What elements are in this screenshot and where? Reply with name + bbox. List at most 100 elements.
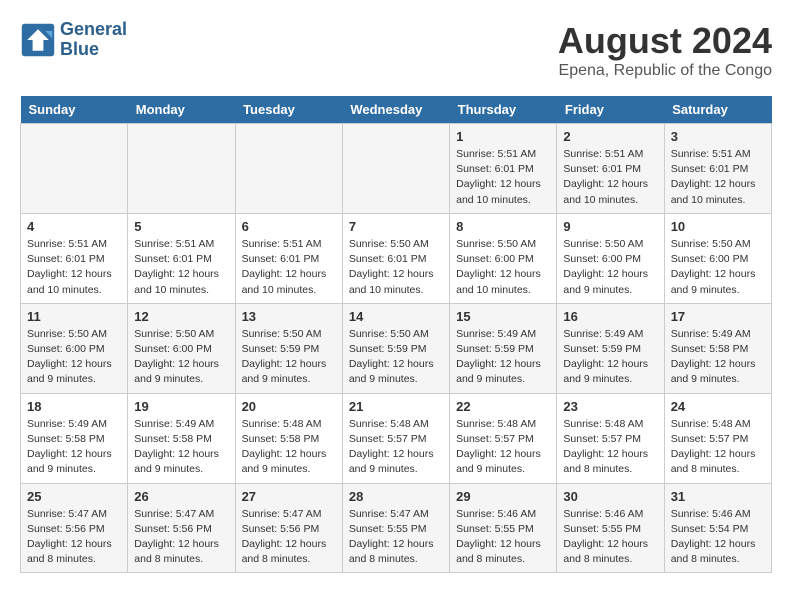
week-row-5: 25 Sunrise: 5:47 AM Sunset: 5:56 PM Dayli… xyxy=(21,483,772,573)
day-info: Sunrise: 5:50 AM Sunset: 6:00 PM Dayligh… xyxy=(27,327,121,388)
calendar-header: SundayMondayTuesdayWednesdayThursdayFrid… xyxy=(21,96,772,124)
logo-line1: General xyxy=(60,20,127,40)
calendar-cell: 23 Sunrise: 5:48 AM Sunset: 5:57 PM Dayli… xyxy=(557,393,664,483)
day-number: 17 xyxy=(671,309,765,324)
week-row-2: 4Sunrise: 5:51 AM Sunset: 6:01 PM Daylig… xyxy=(21,213,772,303)
calendar-cell: 17Sunrise: 5:49 AM Sunset: 5:58 PM Dayli… xyxy=(664,303,771,393)
day-number: 24 xyxy=(671,399,765,414)
day-number: 12 xyxy=(134,309,228,324)
day-number: 15 xyxy=(456,309,550,324)
day-number: 22 xyxy=(456,399,550,414)
day-number: 20 xyxy=(242,399,336,414)
day-number: 2 xyxy=(563,129,657,144)
day-info: Sunrise: 5:46 AM Sunset: 5:54 PM Dayligh… xyxy=(671,507,765,568)
calendar-cell: 16Sunrise: 5:49 AM Sunset: 5:59 PM Dayli… xyxy=(557,303,664,393)
day-of-week-friday: Friday xyxy=(557,96,664,124)
day-number: 29 xyxy=(456,489,550,504)
day-number: 5 xyxy=(134,219,228,234)
day-info: Sunrise: 5:49 AM Sunset: 5:59 PM Dayligh… xyxy=(563,327,657,388)
calendar-cell: 18 Sunrise: 5:49 AM Sunset: 5:58 PM Dayli… xyxy=(21,393,128,483)
day-of-week-wednesday: Wednesday xyxy=(342,96,449,124)
day-number: 27 xyxy=(242,489,336,504)
day-info: Sunrise: 5:50 AM Sunset: 6:00 PM Dayligh… xyxy=(456,237,550,298)
day-number: 1 xyxy=(456,129,550,144)
day-info: Sunrise: 5:49 AM Sunset: 5:58 PM Dayligh… xyxy=(134,417,228,478)
title-block: August 2024 Epena, Republic of the Congo xyxy=(558,20,772,80)
day-number: 18 xyxy=(27,399,121,414)
calendar-cell: 9 Sunrise: 5:50 AM Sunset: 6:00 PM Daylig… xyxy=(557,213,664,303)
week-row-1: 1 Sunrise: 5:51 AM Sunset: 6:01 PM Daylig… xyxy=(21,124,772,214)
calendar-cell: 11 Sunrise: 5:50 AM Sunset: 6:00 PM Dayli… xyxy=(21,303,128,393)
calendar-cell: 20 Sunrise: 5:48 AM Sunset: 5:58 PM Dayli… xyxy=(235,393,342,483)
calendar-cell: 25 Sunrise: 5:47 AM Sunset: 5:56 PM Dayli… xyxy=(21,483,128,573)
day-info: Sunrise: 5:51 AM Sunset: 6:01 PM Dayligh… xyxy=(134,237,228,298)
day-of-week-saturday: Saturday xyxy=(664,96,771,124)
day-number: 30 xyxy=(563,489,657,504)
day-number: 6 xyxy=(242,219,336,234)
calendar-cell: 31Sunrise: 5:46 AM Sunset: 5:54 PM Dayli… xyxy=(664,483,771,573)
day-info: Sunrise: 5:51 AM Sunset: 6:01 PM Dayligh… xyxy=(27,237,121,298)
day-info: Sunrise: 5:49 AM Sunset: 5:58 PM Dayligh… xyxy=(27,417,121,478)
calendar-subtitle: Epena, Republic of the Congo xyxy=(558,62,772,80)
week-row-3: 11 Sunrise: 5:50 AM Sunset: 6:00 PM Dayli… xyxy=(21,303,772,393)
day-number: 13 xyxy=(242,309,336,324)
day-info: Sunrise: 5:47 AM Sunset: 5:56 PM Dayligh… xyxy=(134,507,228,568)
calendar-cell: 10 Sunrise: 5:50 AM Sunset: 6:00 PM Dayli… xyxy=(664,213,771,303)
day-number: 21 xyxy=(349,399,443,414)
day-info: Sunrise: 5:51 AM Sunset: 6:01 PM Dayligh… xyxy=(456,147,550,208)
day-info: Sunrise: 5:47 AM Sunset: 5:56 PM Dayligh… xyxy=(27,507,121,568)
logo-icon xyxy=(20,22,56,58)
calendar-table: SundayMondayTuesdayWednesdayThursdayFrid… xyxy=(20,96,772,573)
logo: General Blue xyxy=(20,20,127,60)
calendar-cell: 2 Sunrise: 5:51 AM Sunset: 6:01 PM Daylig… xyxy=(557,124,664,214)
day-of-week-sunday: Sunday xyxy=(21,96,128,124)
day-number: 11 xyxy=(27,309,121,324)
day-number: 26 xyxy=(134,489,228,504)
calendar-cell: 29 Sunrise: 5:46 AM Sunset: 5:55 PM Dayli… xyxy=(450,483,557,573)
day-number: 23 xyxy=(563,399,657,414)
day-number: 28 xyxy=(349,489,443,504)
day-of-week-tuesday: Tuesday xyxy=(235,96,342,124)
calendar-cell: 19Sunrise: 5:49 AM Sunset: 5:58 PM Dayli… xyxy=(128,393,235,483)
day-info: Sunrise: 5:50 AM Sunset: 6:00 PM Dayligh… xyxy=(671,237,765,298)
calendar-title: August 2024 xyxy=(558,20,772,62)
day-number: 7 xyxy=(349,219,443,234)
calendar-cell: 13 Sunrise: 5:50 AM Sunset: 5:59 PM Dayli… xyxy=(235,303,342,393)
day-info: Sunrise: 5:50 AM Sunset: 5:59 PM Dayligh… xyxy=(242,327,336,388)
day-info: Sunrise: 5:49 AM Sunset: 5:59 PM Dayligh… xyxy=(456,327,550,388)
calendar-cell: 8 Sunrise: 5:50 AM Sunset: 6:00 PM Daylig… xyxy=(450,213,557,303)
calendar-cell: 1 Sunrise: 5:51 AM Sunset: 6:01 PM Daylig… xyxy=(450,124,557,214)
calendar-cell: 4Sunrise: 5:51 AM Sunset: 6:01 PM Daylig… xyxy=(21,213,128,303)
day-number: 10 xyxy=(671,219,765,234)
calendar-body: 1 Sunrise: 5:51 AM Sunset: 6:01 PM Daylig… xyxy=(21,124,772,573)
day-number: 8 xyxy=(456,219,550,234)
calendar-cell: 3Sunrise: 5:51 AM Sunset: 6:01 PM Daylig… xyxy=(664,124,771,214)
calendar-cell xyxy=(21,124,128,214)
calendar-cell: 12Sunrise: 5:50 AM Sunset: 6:00 PM Dayli… xyxy=(128,303,235,393)
day-info: Sunrise: 5:50 AM Sunset: 6:00 PM Dayligh… xyxy=(563,237,657,298)
day-info: Sunrise: 5:46 AM Sunset: 5:55 PM Dayligh… xyxy=(456,507,550,568)
calendar-cell xyxy=(235,124,342,214)
calendar-cell: 22 Sunrise: 5:48 AM Sunset: 5:57 PM Dayli… xyxy=(450,393,557,483)
day-number: 25 xyxy=(27,489,121,504)
day-info: Sunrise: 5:51 AM Sunset: 6:01 PM Dayligh… xyxy=(671,147,765,208)
calendar-cell: 27 Sunrise: 5:47 AM Sunset: 5:56 PM Dayli… xyxy=(235,483,342,573)
calendar-cell xyxy=(342,124,449,214)
calendar-cell: 24 Sunrise: 5:48 AM Sunset: 5:57 PM Dayli… xyxy=(664,393,771,483)
day-info: Sunrise: 5:50 AM Sunset: 6:01 PM Dayligh… xyxy=(349,237,443,298)
calendar-cell: 5 Sunrise: 5:51 AM Sunset: 6:01 PM Daylig… xyxy=(128,213,235,303)
day-info: Sunrise: 5:48 AM Sunset: 5:58 PM Dayligh… xyxy=(242,417,336,478)
day-number: 9 xyxy=(563,219,657,234)
day-info: Sunrise: 5:48 AM Sunset: 5:57 PM Dayligh… xyxy=(563,417,657,478)
calendar-cell: 30 Sunrise: 5:46 AM Sunset: 5:55 PM Dayli… xyxy=(557,483,664,573)
day-info: Sunrise: 5:48 AM Sunset: 5:57 PM Dayligh… xyxy=(671,417,765,478)
calendar-cell: 7 Sunrise: 5:50 AM Sunset: 6:01 PM Daylig… xyxy=(342,213,449,303)
day-info: Sunrise: 5:51 AM Sunset: 6:01 PM Dayligh… xyxy=(563,147,657,208)
day-info: Sunrise: 5:47 AM Sunset: 5:56 PM Dayligh… xyxy=(242,507,336,568)
day-of-week-monday: Monday xyxy=(128,96,235,124)
days-of-week-row: SundayMondayTuesdayWednesdayThursdayFrid… xyxy=(21,96,772,124)
day-of-week-thursday: Thursday xyxy=(450,96,557,124)
day-info: Sunrise: 5:46 AM Sunset: 5:55 PM Dayligh… xyxy=(563,507,657,568)
day-info: Sunrise: 5:48 AM Sunset: 5:57 PM Dayligh… xyxy=(456,417,550,478)
calendar-cell: 28Sunrise: 5:47 AM Sunset: 5:55 PM Dayli… xyxy=(342,483,449,573)
